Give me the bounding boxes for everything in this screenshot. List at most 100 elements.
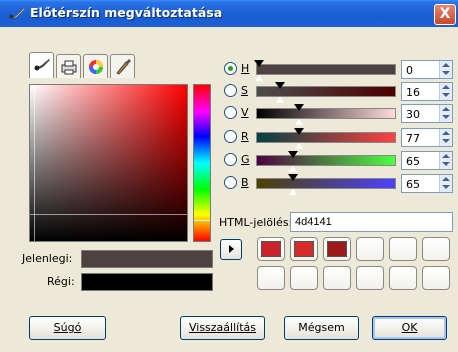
add-to-history-button[interactable]	[220, 239, 242, 260]
spinbox-value: 30	[406, 108, 420, 121]
channel-slider-r[interactable]	[256, 128, 396, 149]
history-color-slot[interactable]	[323, 266, 351, 290]
channel-spinbox-g[interactable]: 65	[401, 151, 453, 170]
slider-thumb[interactable]	[254, 60, 264, 81]
spin-arrows[interactable]	[439, 129, 452, 146]
tab-palette-brush[interactable]	[110, 54, 135, 78]
channel-label-r: R	[241, 130, 249, 143]
close-button[interactable]: X	[434, 4, 456, 25]
color-dialog: Előtérszín megváltoztatása X Jelenlegi: …	[0, 0, 458, 352]
spin-down-icon[interactable]	[442, 185, 450, 189]
channel-spinbox-r[interactable]: 77	[401, 128, 453, 147]
slider-thumb[interactable]	[288, 151, 298, 172]
history-color-fill	[261, 241, 281, 257]
picker-crosshair-horizontal	[30, 214, 187, 215]
channel-slider-h[interactable]	[254, 60, 396, 81]
channel-spinbox-b[interactable]: 65	[401, 174, 453, 193]
html-notation-input[interactable]	[290, 212, 453, 232]
tab-cmyk-selector[interactable]	[56, 54, 81, 78]
spin-down-icon[interactable]	[442, 71, 450, 75]
history-color-slot[interactable]	[422, 266, 450, 290]
slider-thumb[interactable]	[288, 174, 298, 195]
old-color-label: Régi:	[47, 275, 75, 288]
spinbox-value: 77	[406, 132, 420, 145]
history-color-slot[interactable]	[389, 237, 417, 261]
channel-radio-b[interactable]	[224, 176, 237, 189]
spinbox-value: 0	[406, 64, 413, 77]
slider-thumb[interactable]	[294, 104, 304, 125]
current-color-label: Jelenlegi:	[22, 252, 73, 265]
current-color-swatch	[81, 250, 213, 268]
history-color-slot[interactable]	[323, 237, 351, 261]
spin-arrows[interactable]	[439, 175, 452, 192]
slider-thumb[interactable]	[275, 82, 285, 103]
channel-radio-g[interactable]	[224, 153, 237, 166]
channel-radio-r[interactable]	[224, 130, 237, 143]
spin-arrows[interactable]	[439, 152, 452, 169]
channel-radio-v[interactable]	[224, 106, 237, 119]
spin-down-icon[interactable]	[442, 162, 450, 166]
spin-up-icon[interactable]	[442, 107, 450, 111]
window-title: Előtérszín megváltoztatása	[30, 5, 223, 20]
hue-strip[interactable]	[193, 84, 211, 242]
brush-icon	[8, 7, 26, 19]
spin-arrows[interactable]	[439, 83, 452, 100]
channel-label-v: V	[241, 106, 249, 119]
history-color-fill	[327, 241, 347, 257]
history-color-slot[interactable]	[257, 266, 285, 290]
spin-up-icon[interactable]	[442, 63, 450, 67]
saturation-value-area[interactable]	[29, 84, 188, 242]
ok-button[interactable]: OK	[372, 316, 447, 340]
channel-label-h: H	[241, 62, 250, 75]
channel-slider-s[interactable]	[256, 82, 396, 103]
channel-label-s: S	[241, 84, 248, 97]
spin-up-icon[interactable]	[442, 177, 450, 181]
sv-gradient	[30, 85, 187, 241]
tab-watercolor-wheel[interactable]	[83, 54, 108, 78]
tab-gimp-selector[interactable]	[29, 52, 54, 78]
spin-arrows[interactable]	[439, 61, 452, 78]
spin-arrows[interactable]	[439, 105, 452, 122]
history-color-fill	[294, 241, 314, 257]
channel-spinbox-s[interactable]: 16	[401, 82, 453, 101]
channel-spinbox-h[interactable]: 0	[401, 60, 453, 79]
reset-button-label: Visszaállítás	[188, 321, 256, 334]
slider-thumb[interactable]	[294, 128, 304, 149]
cancel-button-label: Mégsem	[298, 321, 345, 334]
channel-slider-g[interactable]	[256, 151, 396, 172]
help-button-label: Súgó	[53, 321, 82, 334]
spinbox-value: 65	[406, 155, 420, 168]
history-color-slot[interactable]	[290, 237, 318, 261]
spinbox-value: 65	[406, 178, 420, 191]
spin-up-icon[interactable]	[442, 154, 450, 158]
gimp-selector-icon	[34, 59, 50, 71]
cancel-button[interactable]: Mégsem	[284, 316, 359, 340]
history-color-slot[interactable]	[356, 266, 384, 290]
help-button[interactable]: Súgó	[29, 316, 106, 340]
watercolor-wheel-icon	[89, 60, 103, 74]
history-color-slot[interactable]	[290, 266, 318, 290]
spin-up-icon[interactable]	[442, 131, 450, 135]
history-color-slot[interactable]	[257, 237, 285, 261]
channel-spinbox-v[interactable]: 30	[401, 104, 453, 123]
spin-down-icon[interactable]	[442, 115, 450, 119]
channel-radio-s[interactable]	[224, 84, 237, 97]
title-bar: Előtérszín megváltoztatása X	[0, 0, 458, 27]
history-color-slot[interactable]	[356, 237, 384, 261]
spin-down-icon[interactable]	[442, 93, 450, 97]
channel-radio-h[interactable]	[224, 62, 237, 75]
history-color-slot[interactable]	[389, 266, 417, 290]
spin-down-icon[interactable]	[442, 139, 450, 143]
spinbox-value: 16	[406, 86, 420, 99]
picker-crosshair-vertical	[34, 85, 35, 241]
history-color-slot[interactable]	[422, 237, 450, 261]
ok-button-label: OK	[401, 321, 418, 334]
channel-slider-v[interactable]	[256, 104, 396, 125]
spin-up-icon[interactable]	[442, 85, 450, 89]
old-color-swatch	[81, 273, 213, 291]
palette-brush-icon	[116, 59, 131, 75]
reset-button[interactable]: Visszaállítás	[180, 316, 265, 340]
channel-label-b: B	[241, 176, 249, 189]
channel-slider-b[interactable]	[256, 174, 396, 195]
cmyk-selector-icon	[61, 60, 77, 75]
